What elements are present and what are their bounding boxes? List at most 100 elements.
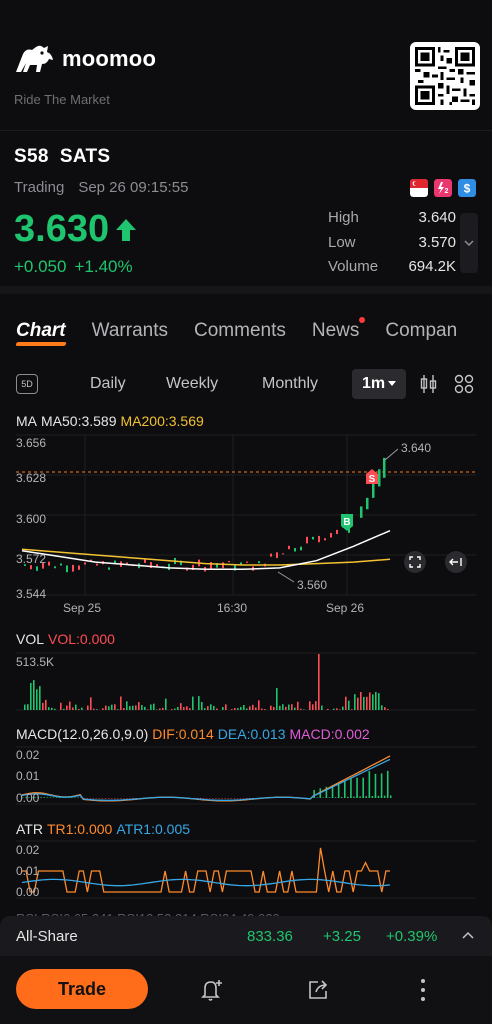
more-options-icon[interactable]: [415, 976, 431, 1004]
macd-bar: [46, 797, 49, 798]
chevron-up-icon[interactable]: [462, 931, 474, 939]
dollar-badge-icon[interactable]: $: [458, 179, 476, 197]
singapore-flag-icon: [410, 179, 428, 197]
volume-bar: [60, 702, 62, 710]
macd-bar: [359, 796, 361, 798]
jump-latest-button[interactable]: [445, 551, 467, 573]
candlestick-icon[interactable]: [420, 374, 438, 394]
qr-code[interactable]: [410, 42, 480, 110]
stat-high: High 3.640: [328, 209, 456, 234]
volume-bar: [177, 706, 179, 710]
price-candle: [360, 506, 363, 518]
volume-bar: [285, 706, 287, 710]
tab-chart[interactable]: Chart: [16, 320, 66, 342]
period-weekly[interactable]: Weekly: [166, 375, 218, 393]
y-tick: 0.01: [16, 864, 40, 878]
volume-bar: [273, 707, 275, 710]
lightning-badge-icon[interactable]: 2: [434, 179, 452, 197]
dif-value: DIF:0.014: [152, 726, 214, 742]
stat-low: Low 3.570: [328, 234, 456, 259]
price-candle: [294, 548, 296, 552]
last-price-value: 3.630: [14, 208, 110, 250]
volume-chart[interactable]: 513.5K: [0, 650, 492, 714]
period-1m-label: 1m: [361, 375, 386, 392]
brand-name: moomoo: [62, 46, 157, 71]
market-status: Trading Sep 26 09:15:55: [14, 179, 188, 196]
volume-bar: [231, 709, 233, 710]
ma200-value: MA200:3.569: [120, 413, 204, 429]
atr-chart[interactable]: 0.02 0.01 0.00: [0, 838, 492, 902]
dea-value: DEA:0.013: [217, 726, 286, 742]
macd-bar: [206, 798, 208, 799]
volume-bar: [24, 704, 26, 710]
last-price: 3.630: [14, 208, 137, 251]
ma200-line: [21, 548, 391, 566]
macd-bar: [123, 798, 125, 799]
macd-bar: [390, 795, 392, 798]
macd-bar: [245, 798, 248, 799]
brand-logo: moomoo: [14, 44, 156, 74]
volume-bar: [381, 705, 383, 710]
volume-bar: [234, 708, 236, 710]
volume-bar: [318, 654, 320, 710]
buy-marker[interactable]: B: [341, 514, 353, 531]
tab-company[interactable]: Compan: [385, 320, 457, 342]
tab-news[interactable]: News: [311, 317, 366, 342]
volume-bar: [120, 696, 122, 710]
price-candle: [228, 561, 230, 563]
volume-bar: [366, 696, 368, 710]
trade-button[interactable]: Trade: [16, 969, 148, 1009]
y-tick: 0.00: [16, 885, 40, 899]
volume-bar: [36, 689, 38, 710]
macd-bar: [77, 797, 79, 798]
price-candle: [300, 546, 302, 551]
volume-bar: [336, 708, 338, 710]
vol-label: VOL: [16, 631, 45, 647]
indicator-grid-icon[interactable]: [454, 374, 474, 394]
macd-chart[interactable]: 0.02 0.01 0.00: [0, 744, 492, 808]
macd-bar: [86, 798, 88, 799]
period-daily[interactable]: Daily: [90, 375, 126, 393]
tab-warrants[interactable]: Warrants: [92, 320, 168, 342]
volume-bar: [246, 708, 248, 710]
macd-bar: [43, 797, 45, 798]
period-5d-button[interactable]: 5D: [16, 374, 38, 394]
stat-value: 694.2K: [408, 258, 456, 275]
price-chart[interactable]: 3.656 3.628 3.600 3.572 3.544 Sep 25 16:…: [0, 430, 492, 620]
volume-bar: [222, 707, 224, 710]
tr1-value: TR1:0.000: [46, 821, 113, 837]
price-candle: [36, 566, 38, 571]
notification-dot: [359, 317, 366, 323]
volume-bar: [255, 707, 257, 710]
period-selector: 5D Daily Weekly Monthly 1m: [16, 369, 478, 399]
price-candle: [288, 545, 290, 550]
volume-bar: [258, 700, 260, 710]
expand-stats-button[interactable]: [460, 213, 478, 273]
volume-bar: [204, 708, 206, 710]
volume-bar: [171, 709, 173, 710]
volume-bar: [72, 707, 74, 710]
price-candle: [246, 561, 248, 563]
macd-bar: [114, 798, 116, 799]
caret-down-icon: [388, 381, 397, 386]
macd-bar: [227, 798, 229, 799]
tab-comments[interactable]: Comments: [194, 320, 286, 342]
tab-news-label: News: [311, 320, 360, 341]
price-candle: [306, 536, 308, 544]
add-alert-icon[interactable]: [199, 977, 225, 1003]
macd-bar: [344, 781, 346, 798]
macd-bar: [98, 798, 101, 799]
macd-bar: [380, 773, 383, 798]
period-monthly[interactable]: Monthly: [262, 375, 318, 393]
period-1m-dropdown[interactable]: 1m: [352, 369, 406, 399]
share-icon[interactable]: [305, 977, 331, 1003]
sell-marker[interactable]: S: [366, 469, 378, 485]
y-tick: 3.656: [16, 436, 46, 450]
price-candle: [108, 567, 110, 570]
macd-bar: [74, 797, 76, 798]
buy-marker-label: B: [343, 517, 350, 528]
price-candle: [366, 497, 369, 510]
fullscreen-button[interactable]: [404, 551, 426, 573]
macd-bar: [347, 796, 349, 798]
index-ticker-bar[interactable]: All-Share 833.36 +3.25 +0.39%: [0, 916, 492, 956]
